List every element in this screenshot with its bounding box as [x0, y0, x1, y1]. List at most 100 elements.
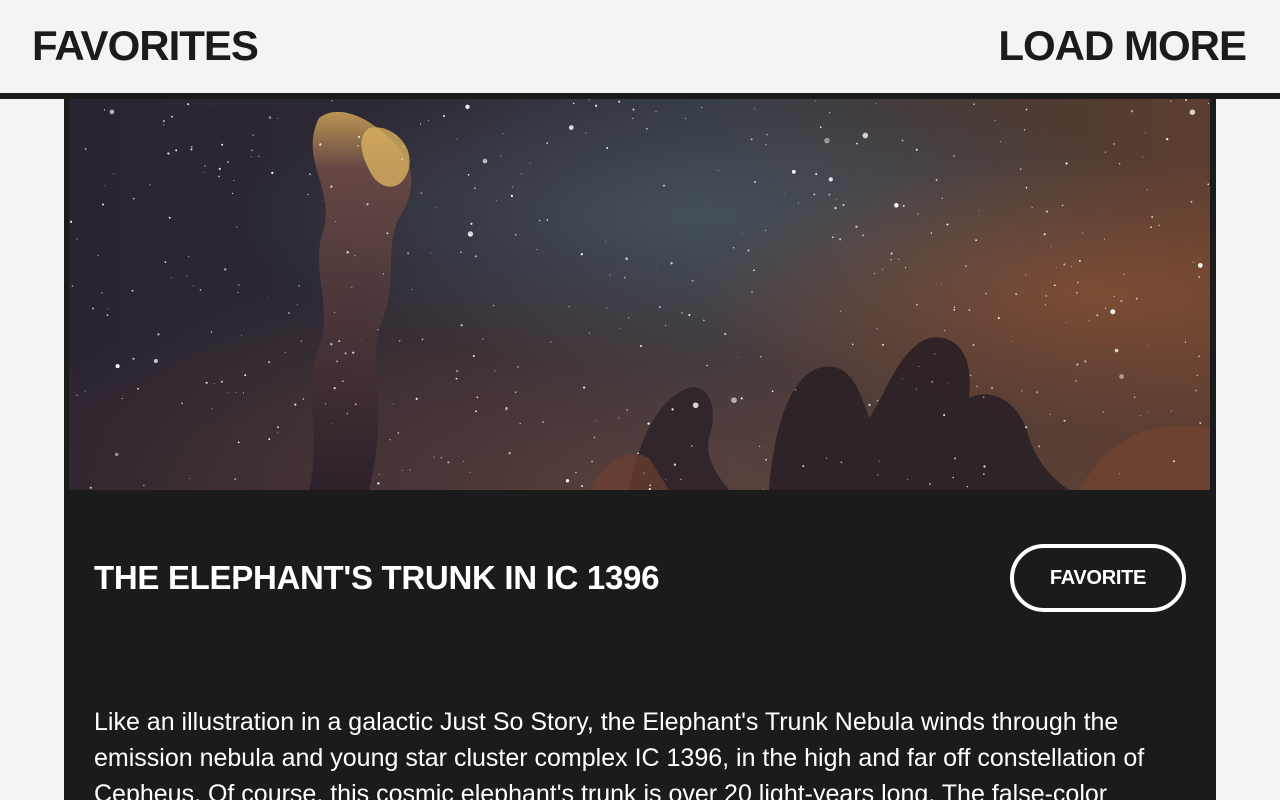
star	[204, 165, 206, 167]
star	[434, 206, 436, 208]
star	[447, 461, 450, 464]
star	[964, 265, 968, 268]
star	[460, 251, 462, 253]
star	[645, 127, 648, 130]
star	[220, 380, 224, 383]
star	[1185, 99, 1188, 101]
star	[237, 291, 239, 294]
star	[288, 312, 290, 314]
star	[76, 238, 78, 240]
star	[664, 324, 667, 327]
star	[460, 324, 463, 327]
star	[386, 232, 389, 235]
star	[626, 409, 628, 411]
star	[153, 358, 158, 364]
star	[862, 234, 865, 237]
star	[606, 146, 609, 149]
star	[568, 125, 574, 130]
star	[877, 474, 879, 476]
star	[433, 456, 435, 458]
star	[482, 158, 488, 164]
star	[901, 378, 903, 380]
star	[162, 124, 165, 126]
star	[655, 111, 657, 113]
star	[1166, 137, 1169, 141]
star	[377, 482, 380, 485]
star	[474, 255, 477, 258]
star	[205, 381, 208, 384]
star	[982, 473, 985, 475]
star	[168, 216, 171, 219]
star	[1196, 374, 1198, 376]
star	[943, 413, 946, 417]
star	[969, 374, 972, 377]
star	[759, 445, 761, 448]
star	[1123, 273, 1125, 276]
star	[342, 380, 344, 382]
star	[978, 210, 980, 212]
star	[187, 103, 190, 106]
star	[472, 355, 475, 357]
star	[968, 309, 971, 311]
star	[495, 200, 497, 202]
star	[944, 329, 946, 332]
star	[706, 364, 708, 367]
star	[873, 272, 876, 275]
favorites-link[interactable]: FAVORITES	[32, 22, 259, 70]
star	[271, 171, 274, 175]
star	[662, 184, 666, 187]
star	[868, 403, 871, 407]
star	[1035, 391, 1039, 394]
star	[277, 117, 278, 119]
star	[456, 369, 459, 373]
star	[277, 426, 279, 429]
star	[575, 471, 577, 474]
star	[681, 312, 683, 314]
star	[322, 200, 323, 202]
star	[902, 205, 905, 207]
star	[701, 106, 703, 109]
star	[325, 403, 327, 405]
star	[1133, 396, 1136, 399]
star	[605, 240, 607, 242]
star	[594, 104, 598, 107]
star	[106, 314, 109, 316]
star	[500, 155, 502, 157]
star	[671, 408, 674, 411]
star	[742, 232, 743, 234]
star	[750, 138, 753, 141]
star	[839, 238, 842, 241]
star	[210, 331, 213, 333]
top-nav-bar: FAVORITES LOAD MORE	[0, 0, 1280, 99]
star	[236, 226, 238, 228]
star	[973, 103, 975, 105]
star	[1024, 274, 1027, 276]
star	[1198, 276, 1201, 278]
star	[953, 457, 957, 460]
star	[1015, 293, 1018, 296]
star	[517, 366, 519, 368]
star	[336, 360, 339, 363]
star	[330, 423, 332, 425]
favorite-button[interactable]: FAVORITE	[1010, 544, 1186, 612]
star	[296, 304, 298, 306]
star	[1190, 200, 1193, 203]
star	[115, 364, 120, 369]
star	[639, 344, 643, 348]
star	[1025, 186, 1028, 189]
star	[1053, 284, 1056, 287]
star	[420, 192, 423, 194]
star	[856, 142, 858, 145]
star	[302, 398, 305, 400]
star	[352, 351, 355, 354]
star	[203, 172, 205, 173]
star	[1049, 413, 1051, 415]
star	[1112, 143, 1115, 145]
star	[894, 203, 899, 208]
load-more-link[interactable]: LOAD MORE	[998, 22, 1247, 70]
star	[227, 161, 229, 163]
star	[898, 258, 900, 260]
star	[107, 308, 109, 310]
star	[351, 286, 353, 288]
star	[691, 279, 694, 282]
